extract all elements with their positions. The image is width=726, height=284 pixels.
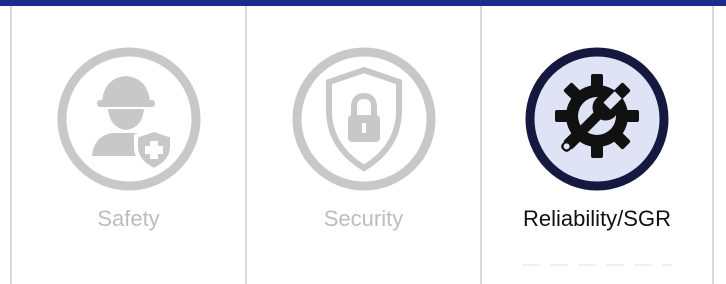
tile-security[interactable]: Security — [247, 6, 482, 284]
security-icon-wrap — [289, 44, 439, 194]
safety-icon-wrap — [54, 44, 204, 194]
category-tiles: Safety Security Reliability/SGR — [10, 6, 714, 284]
tile-label-safety: Safety — [97, 206, 160, 231]
shield-lock-icon — [292, 47, 435, 191]
tile-label-reliability-sgr: Reliability/SGR — [523, 206, 671, 231]
tile-footer-divider — [522, 264, 672, 266]
tile-label-security: Security — [323, 206, 404, 231]
gear-wrench-icon — [525, 47, 669, 191]
tile-safety[interactable]: Safety — [12, 6, 247, 284]
worker-shield-icon — [57, 47, 200, 191]
reliability-icon-wrap — [522, 44, 672, 194]
tile-reliability-sgr[interactable]: Reliability/SGR — [482, 6, 712, 284]
